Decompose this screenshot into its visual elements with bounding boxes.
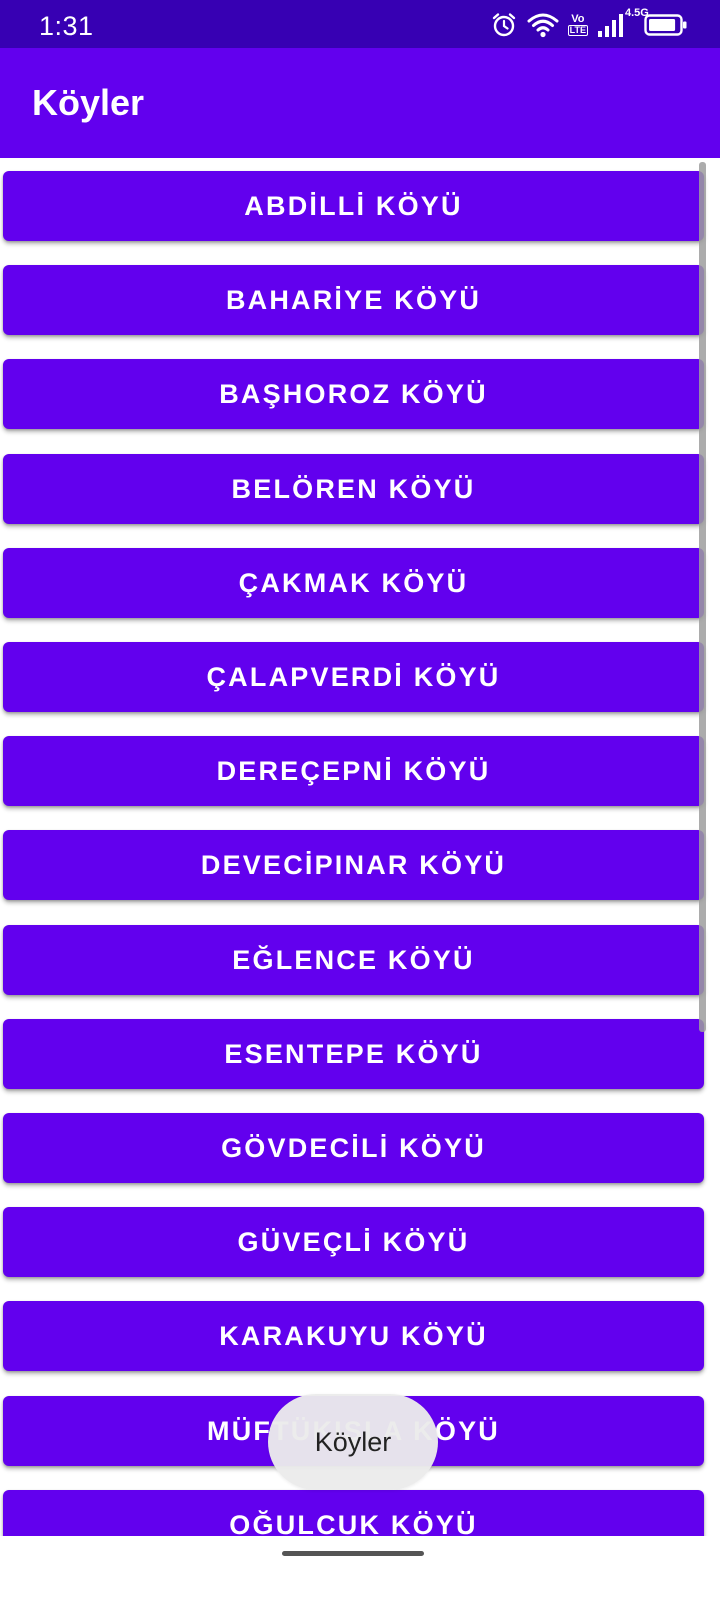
page-title: Köyler: [32, 82, 145, 123]
signal-icon: 4.5G: [597, 7, 649, 39]
status-icons: Vo LTE 4.5G: [490, 7, 688, 40]
status-bar: 1:31 Vo LTE 4.5G: [0, 0, 720, 48]
volte-icon: Vo LTE: [567, 13, 588, 36]
wifi-icon: [527, 12, 559, 38]
volte-top-label: Vo: [571, 13, 585, 25]
village-button[interactable]: GÖVDECİLİ KÖYÜ: [3, 1113, 704, 1183]
battery-icon: [644, 13, 688, 37]
village-button[interactable]: DEREÇEPNİ KÖYÜ: [3, 736, 704, 806]
village-button[interactable]: ÇALAPVERDİ KÖYÜ: [3, 642, 704, 712]
toast-message: Köyler: [268, 1394, 438, 1490]
village-list[interactable]: ABDİLLİ KÖYÜ BAHARİYE KÖYÜ BAŞHOROZ KÖYÜ BE…: [0, 158, 720, 1536]
village-button[interactable]: BAHARİYE KÖYÜ: [3, 265, 704, 335]
status-time: 1:31: [39, 11, 94, 41]
village-button[interactable]: GÜVEÇLİ KÖYÜ: [3, 1207, 704, 1277]
network-type-label: 4.5G: [625, 7, 649, 19]
village-button[interactable]: EĞLENCE KÖYÜ: [3, 925, 704, 995]
village-button[interactable]: ABDİLLİ KÖYÜ: [3, 171, 704, 241]
navigation-bar: [0, 1536, 720, 1600]
volte-lte-label: LTE: [567, 25, 588, 36]
village-button[interactable]: BAŞHOROZ KÖYÜ: [3, 359, 704, 429]
village-button[interactable]: ÇAKMAK KÖYÜ: [3, 548, 704, 618]
village-button[interactable]: DEVECİPINAR KÖYÜ: [3, 830, 704, 900]
village-button[interactable]: OĞULCUK KÖYÜ: [3, 1490, 704, 1536]
app-bar: Köyler: [0, 48, 720, 158]
village-button[interactable]: ESENTEPE KÖYÜ: [3, 1019, 704, 1089]
village-button[interactable]: BELÖREN KÖYÜ: [3, 454, 704, 524]
scrollbar[interactable]: [699, 162, 706, 1032]
alarm-icon: [490, 11, 518, 39]
village-button[interactable]: KARAKUYU KÖYÜ: [3, 1301, 704, 1371]
home-indicator[interactable]: [282, 1551, 424, 1556]
